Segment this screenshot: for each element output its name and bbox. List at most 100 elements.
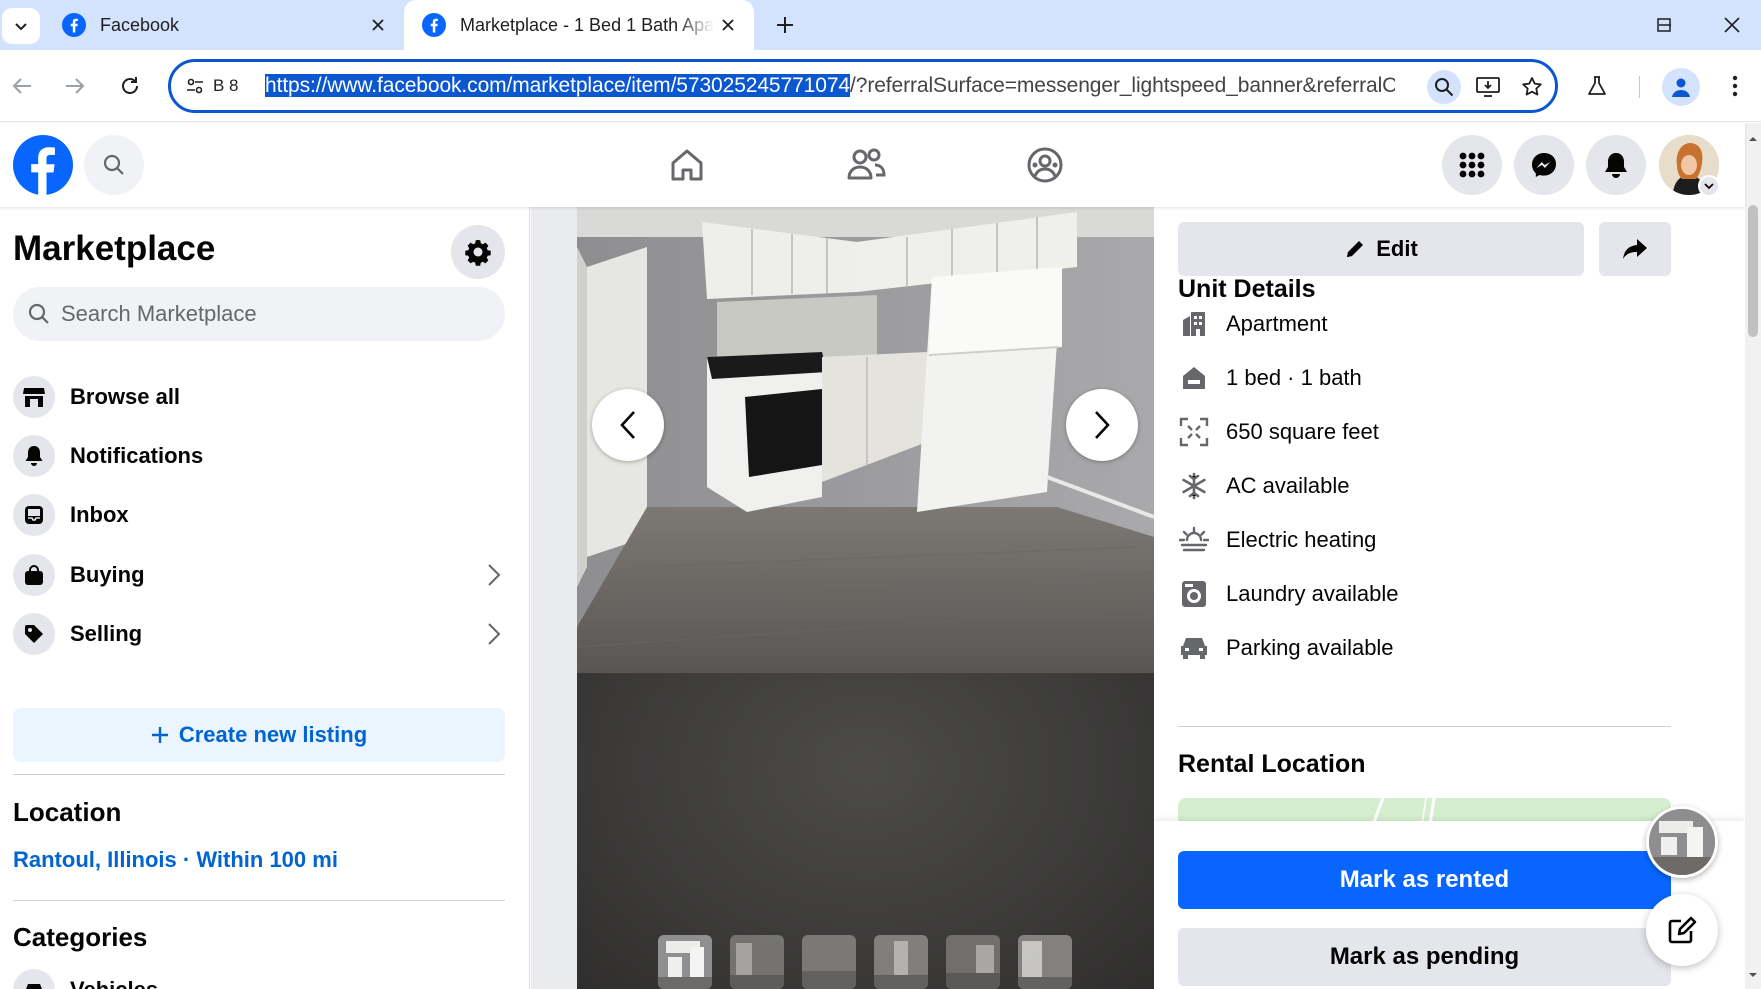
photo-thumbnail[interactable]	[730, 935, 784, 989]
chat-head-avatar[interactable]	[1646, 806, 1718, 878]
search-in-page-icon[interactable]	[1427, 70, 1461, 104]
sidebar-item-buying[interactable]: Buying	[13, 547, 505, 603]
close-tab-icon[interactable]	[364, 11, 392, 39]
notifications-button[interactable]	[1586, 135, 1646, 195]
tab-title: Marketplace - 1 Bed 1 Bath Apartment	[460, 14, 714, 35]
menu-button[interactable]	[1442, 135, 1502, 195]
bell-icon	[13, 435, 55, 477]
install-app-icon[interactable]	[1471, 70, 1505, 104]
bell-icon	[1605, 153, 1627, 178]
facebook-logo-icon[interactable]	[13, 135, 73, 195]
edit-listing-button[interactable]: Edit	[1178, 222, 1584, 276]
browser-tab-facebook[interactable]: Facebook	[44, 0, 404, 50]
storefront-icon	[13, 376, 55, 418]
mark-as-pending-button[interactable]: Mark as pending	[1178, 928, 1671, 986]
photo-thumbnail[interactable]	[658, 935, 712, 989]
building-icon	[1178, 308, 1210, 340]
chevron-right-icon	[487, 622, 501, 646]
reload-button[interactable]	[112, 68, 148, 104]
detail-label: Electric heating	[1226, 527, 1377, 552]
nav-groups[interactable]	[1021, 141, 1069, 189]
edit-label: Edit	[1376, 236, 1418, 261]
page-scrollbar[interactable]	[1745, 123, 1761, 989]
photo-thumbnail[interactable]	[946, 935, 1000, 989]
sidebar-item-inbox[interactable]: Inbox	[13, 487, 505, 543]
scrollbar-thumb[interactable]	[1748, 205, 1758, 337]
nav-home[interactable]	[663, 141, 711, 189]
divider	[1178, 726, 1671, 727]
inbox-icon	[13, 494, 55, 536]
sidebar-item-label: Selling	[70, 621, 143, 646]
detail-label: AC available	[1226, 473, 1350, 498]
price-tag-icon	[13, 613, 55, 655]
photo-thumbnail[interactable]	[874, 935, 928, 989]
more-vertical-icon	[1732, 75, 1738, 97]
share-arrow-icon	[1623, 239, 1647, 259]
close-tab-icon[interactable]	[714, 11, 742, 39]
gear-icon	[465, 240, 491, 266]
bookmark-star-icon[interactable]	[1515, 70, 1549, 104]
arrow-right-icon	[66, 78, 85, 94]
listing-details-panel: Edit Unit Details Apartment 1 bed · 1 ba…	[1154, 207, 1745, 989]
scroll-up-arrow-icon	[1749, 137, 1757, 141]
sidebar-item-browse-all[interactable]: Browse all	[13, 369, 505, 425]
listing-photo-viewer	[577, 207, 1154, 989]
photo-thumbnail[interactable]	[802, 935, 856, 989]
bed-bath-icon	[1178, 362, 1210, 394]
close-icon	[1724, 17, 1740, 33]
address-bar[interactable]: B 8 https://www.facebook.com/marketplace…	[168, 59, 1558, 113]
messenger-button[interactable]	[1514, 135, 1574, 195]
profile-button[interactable]	[1662, 68, 1700, 106]
sidebar-item-label: Buying	[70, 562, 145, 587]
facebook-header	[0, 123, 1745, 207]
photo-thumbnail[interactable]	[1018, 935, 1072, 989]
unit-details-title: Unit Details	[1178, 275, 1316, 303]
snowflake-icon	[1178, 470, 1210, 502]
friends-icon	[847, 148, 886, 180]
reload-icon	[122, 77, 138, 94]
next-photo-button[interactable]	[1066, 389, 1138, 461]
mark-as-rented-button[interactable]: Mark as rented	[1178, 851, 1671, 909]
url-rest: /?referralSurface=messenger_lightspeed_b…	[850, 74, 1395, 97]
detail-row-heating: Electric heating	[1178, 520, 1376, 560]
previous-photo-button[interactable]	[592, 389, 664, 461]
forward-button[interactable]	[57, 68, 93, 104]
category-item-vehicles[interactable]: Vehicles	[13, 962, 505, 989]
category-label: Vehicles	[70, 977, 158, 989]
toolbar-divider	[1639, 76, 1640, 98]
maximize-window-button[interactable]	[1644, 10, 1684, 40]
gallery-left-gutter	[531, 207, 577, 989]
back-button[interactable]	[4, 68, 40, 104]
url-text[interactable]: https://www.facebook.com/marketplace/ite…	[265, 74, 1395, 98]
marketplace-sidebar: Marketplace Search Marketplace Browse al…	[0, 207, 530, 989]
detail-row-area: 650 square feet	[1178, 412, 1379, 452]
location-link[interactable]: Rantoul, Illinois · Within 100 mi	[13, 847, 338, 873]
detail-label: Apartment	[1226, 311, 1328, 336]
detail-label: 1 bed · 1 bath	[1226, 365, 1362, 390]
nav-friends[interactable]	[842, 141, 890, 189]
new-message-button[interactable]	[1646, 894, 1718, 966]
labs-button[interactable]	[1579, 68, 1615, 104]
facebook-search-button[interactable]	[84, 135, 144, 195]
detail-row-ac: AC available	[1178, 466, 1350, 506]
browser-tab-marketplace[interactable]: Marketplace - 1 Bed 1 Bath Apartment	[404, 0, 754, 50]
marketplace-settings-button[interactable]	[451, 225, 505, 279]
sidebar-item-selling[interactable]: Selling	[13, 606, 505, 662]
create-listing-label: Create new listing	[178, 722, 368, 747]
chrome-menu-button[interactable]	[1717, 68, 1753, 104]
url-selected: https://www.facebook.com/marketplace/ite…	[265, 74, 850, 97]
tab-search-button[interactable]	[2, 8, 40, 44]
create-new-listing-button[interactable]: Create new listing	[13, 708, 505, 762]
site-info-button[interactable]: B 8	[185, 76, 265, 96]
search-icon	[103, 154, 124, 175]
close-window-button[interactable]	[1712, 10, 1752, 40]
detail-label: Laundry available	[1226, 581, 1399, 606]
tab-title: Facebook	[100, 14, 180, 35]
sidebar-item-notifications[interactable]: Notifications	[13, 428, 505, 484]
share-listing-button[interactable]	[1599, 222, 1671, 276]
account-menu-chevron-icon[interactable]	[1698, 175, 1720, 197]
marketplace-search-input[interactable]: Search Marketplace	[13, 287, 505, 341]
pencil-icon	[1347, 241, 1364, 257]
new-tab-button[interactable]	[770, 10, 800, 40]
page-title: Marketplace	[13, 229, 216, 268]
